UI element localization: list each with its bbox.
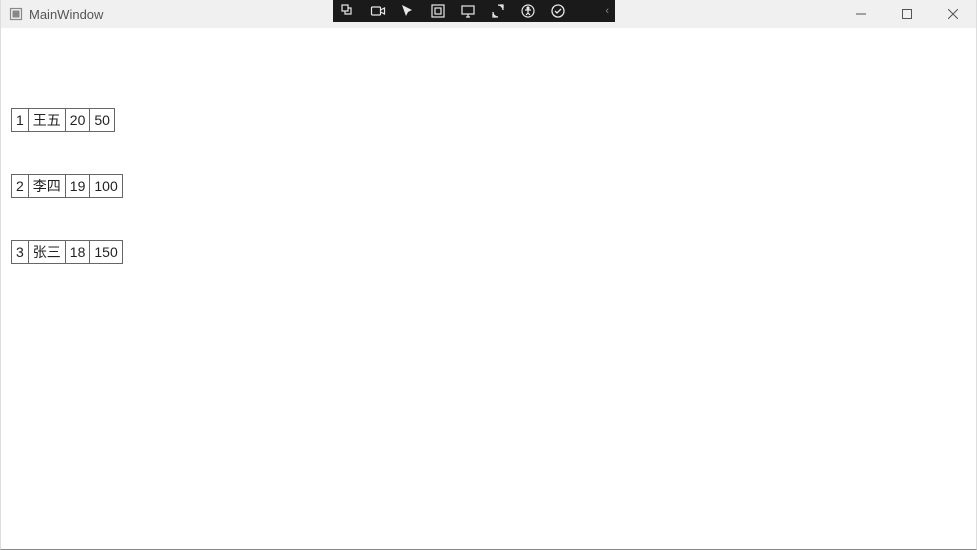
display-layout-icon[interactable] (429, 2, 447, 20)
title-left: MainWindow (1, 7, 103, 22)
close-button[interactable] (930, 0, 976, 28)
check-icon[interactable] (549, 2, 567, 20)
live-visual-tree-icon[interactable] (339, 2, 357, 20)
vs-diagnostic-toolbar[interactable]: ‹ (333, 0, 615, 22)
collapse-chevron-icon[interactable]: ‹ (605, 5, 615, 17)
cell-name: 张三 (28, 240, 66, 264)
cell-id: 2 (11, 174, 29, 198)
track-focus-icon[interactable] (459, 2, 477, 20)
cell-name: 李四 (28, 174, 66, 198)
accessibility-icon[interactable] (519, 2, 537, 20)
select-element-icon[interactable] (399, 2, 417, 20)
data-row: 1 王五 20 50 (11, 108, 115, 132)
maximize-button[interactable] (884, 0, 930, 28)
cell-name: 王五 (28, 108, 66, 132)
cell-value: 50 (89, 108, 115, 132)
client-area: 1 王五 20 50 2 李四 19 100 3 张三 18 (1, 28, 976, 549)
window-controls (838, 0, 976, 28)
cell-age: 19 (65, 174, 91, 198)
titlebar: MainWindow (1, 0, 976, 28)
cell-age: 20 (65, 108, 91, 132)
cell-value: 100 (89, 174, 122, 198)
screen-recorder-icon[interactable] (369, 2, 387, 20)
cell-age: 18 (65, 240, 91, 264)
cell-id: 1 (11, 108, 29, 132)
hot-reload-icon[interactable] (489, 2, 507, 20)
app-icon (9, 7, 23, 21)
data-rows-container: 1 王五 20 50 2 李四 19 100 3 张三 18 (11, 108, 123, 306)
cell-id: 3 (11, 240, 29, 264)
data-row: 3 张三 18 150 (11, 240, 123, 264)
data-row: 2 李四 19 100 (11, 174, 123, 198)
minimize-button[interactable] (838, 0, 884, 28)
main-window: MainWindow (0, 0, 977, 550)
cell-value: 150 (89, 240, 122, 264)
window-title: MainWindow (29, 7, 103, 22)
